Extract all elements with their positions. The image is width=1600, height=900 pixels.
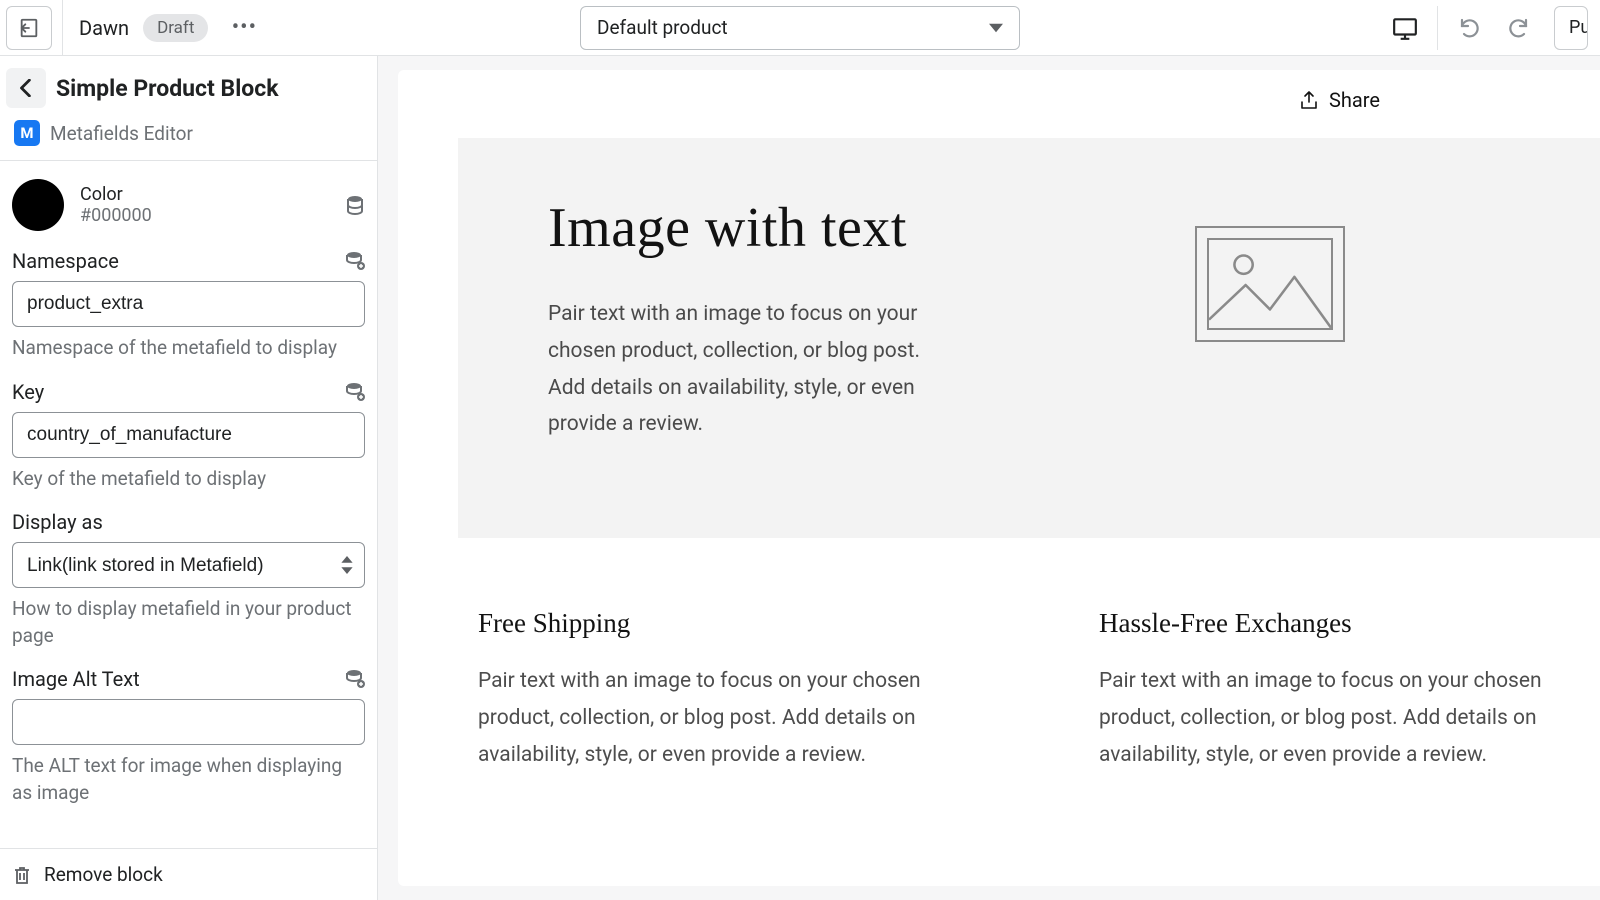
column-2: Hassle-Free Exchanges Pair text with an … bbox=[1099, 608, 1600, 773]
dynamic-source-button[interactable] bbox=[345, 382, 365, 402]
more-actions-button[interactable]: ••• bbox=[226, 10, 262, 46]
color-swatch[interactable] bbox=[12, 179, 64, 231]
dynamic-source-button[interactable] bbox=[345, 251, 365, 271]
publish-label: Publish bbox=[1569, 17, 1588, 38]
app-row: M Metafields Editor bbox=[0, 116, 377, 160]
theme-name: Dawn bbox=[79, 16, 129, 40]
top-bar-center: Default product bbox=[580, 6, 1020, 50]
desktop-view-button[interactable] bbox=[1383, 6, 1427, 50]
database-plus-icon bbox=[345, 669, 365, 689]
preview-area: Share Image with text Pair text with an … bbox=[378, 56, 1600, 900]
database-plus-icon bbox=[345, 251, 365, 271]
undo-button[interactable] bbox=[1448, 6, 1492, 50]
remove-block-label: Remove block bbox=[44, 863, 163, 886]
image-with-text-content: Image with text Pair text with an image … bbox=[548, 196, 980, 480]
database-icon bbox=[345, 195, 365, 215]
key-label: Key bbox=[12, 380, 44, 404]
exit-icon bbox=[18, 17, 40, 39]
column-1-body: Pair text with an image to focus on your… bbox=[478, 663, 979, 773]
undo-icon bbox=[1458, 16, 1482, 40]
divider bbox=[62, 0, 63, 55]
redo-button[interactable] bbox=[1496, 6, 1540, 50]
color-meta: Color #000000 bbox=[80, 184, 345, 226]
image-placeholder[interactable] bbox=[1195, 226, 1345, 342]
main: Simple Product Block M Metafields Editor… bbox=[0, 56, 1600, 900]
trash-icon bbox=[12, 865, 32, 885]
image-with-text-media bbox=[980, 196, 1560, 480]
column-2-body: Pair text with an image to focus on your… bbox=[1099, 663, 1600, 773]
desktop-icon bbox=[1392, 15, 1418, 41]
top-bar: Dawn Draft ••• Default product Publish bbox=[0, 0, 1600, 56]
namespace-label: Namespace bbox=[12, 249, 119, 273]
panel-title: Simple Product Block bbox=[56, 75, 279, 102]
share-icon bbox=[1299, 90, 1319, 110]
image-placeholder-icon bbox=[1209, 240, 1331, 328]
image-alt-input[interactable] bbox=[12, 699, 365, 745]
app-icon: M bbox=[14, 120, 40, 146]
display-as-label: Display as bbox=[12, 510, 103, 534]
sidebar-header: Simple Product Block bbox=[0, 56, 377, 116]
namespace-input[interactable] bbox=[12, 281, 365, 327]
image-alt-label: Image Alt Text bbox=[12, 667, 140, 691]
display-as-select[interactable]: Link(link stored in Metafield) bbox=[12, 542, 365, 588]
remove-block-button[interactable]: Remove block bbox=[0, 848, 377, 900]
image-with-text-body: Pair text with an image to focus on your… bbox=[548, 296, 940, 443]
preview-frame: Share Image with text Pair text with an … bbox=[398, 70, 1600, 886]
sidebar-scroll: Color #000000 Namespace Namespace of the… bbox=[0, 160, 377, 848]
chevron-left-icon bbox=[17, 79, 35, 97]
column-1: Free Shipping Pair text with an image to… bbox=[478, 608, 979, 773]
app-name: Metafields Editor bbox=[50, 122, 193, 145]
display-as-help: How to display metafield in your product… bbox=[12, 596, 365, 649]
draft-badge: Draft bbox=[143, 14, 208, 42]
key-input[interactable] bbox=[12, 412, 365, 458]
divider bbox=[1437, 6, 1438, 50]
column-2-title: Hassle-Free Exchanges bbox=[1099, 608, 1600, 639]
template-selector[interactable]: Default product bbox=[580, 6, 1020, 50]
color-setting-row: Color #000000 bbox=[12, 161, 365, 249]
color-value: #000000 bbox=[80, 205, 152, 226]
dynamic-source-button[interactable] bbox=[345, 195, 365, 215]
display-as-field-group: Display as Link(link stored in Metafield… bbox=[12, 510, 365, 649]
image-with-text-section[interactable]: Image with text Pair text with an image … bbox=[458, 138, 1600, 538]
share-button[interactable]: Share bbox=[398, 70, 1600, 130]
dynamic-source-button[interactable] bbox=[345, 669, 365, 689]
publish-button[interactable]: Publish bbox=[1554, 6, 1588, 50]
dots-icon: ••• bbox=[232, 15, 257, 40]
back-button[interactable] bbox=[6, 68, 46, 108]
caret-down-icon bbox=[989, 21, 1003, 35]
redo-icon bbox=[1506, 16, 1530, 40]
image-with-text-heading: Image with text bbox=[548, 196, 940, 260]
database-plus-icon bbox=[345, 382, 365, 402]
image-alt-field-group: Image Alt Text The ALT text for image wh… bbox=[12, 667, 365, 806]
settings-sidebar: Simple Product Block M Metafields Editor… bbox=[0, 56, 378, 900]
key-help: Key of the metafield to display bbox=[12, 466, 365, 493]
color-label: Color bbox=[80, 184, 345, 205]
top-bar-left: Dawn Draft ••• bbox=[0, 0, 262, 55]
key-field-group: Key Key of the metafield to display bbox=[12, 380, 365, 493]
namespace-field-group: Namespace Namespace of the metafield to … bbox=[12, 249, 365, 362]
top-bar-right: Publish bbox=[1383, 6, 1588, 50]
share-label: Share bbox=[1329, 88, 1380, 112]
image-alt-help: The ALT text for image when displaying a… bbox=[12, 753, 365, 806]
exit-button[interactable] bbox=[6, 6, 52, 50]
multicolumn-section[interactable]: Free Shipping Pair text with an image to… bbox=[398, 538, 1600, 813]
template-selector-label: Default product bbox=[597, 16, 728, 39]
column-1-title: Free Shipping bbox=[478, 608, 979, 639]
namespace-help: Namespace of the metafield to display bbox=[12, 335, 365, 362]
